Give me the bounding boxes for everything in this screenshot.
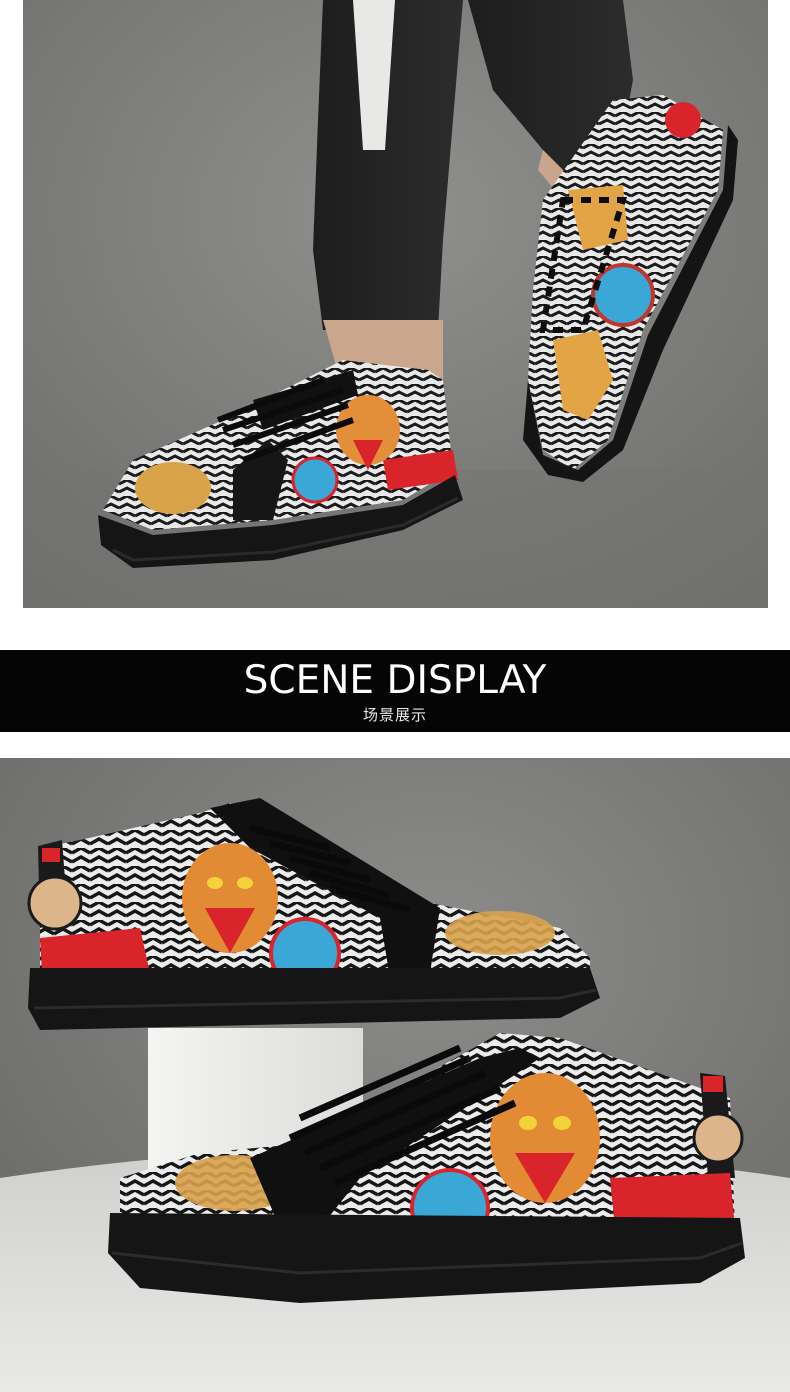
top-product-photo xyxy=(23,0,768,608)
banner-title: SCENE DISPLAY xyxy=(243,658,547,703)
scene-display-banner: SCENE DISPLAY 场景展示 xyxy=(0,650,790,732)
banner-subtitle: 场景展示 xyxy=(362,706,427,724)
front-leg xyxy=(313,0,463,400)
bottom-photo-illustration xyxy=(0,758,790,1392)
top-photo-illustration xyxy=(23,0,768,608)
bottom-product-photo xyxy=(0,758,790,1392)
